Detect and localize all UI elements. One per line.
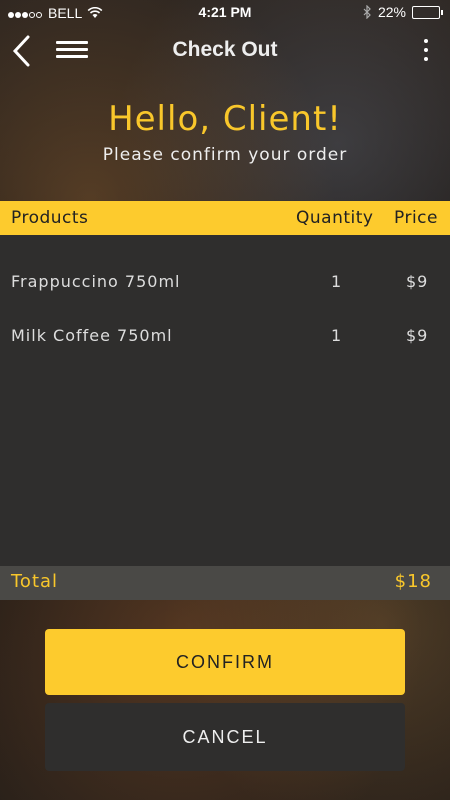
bluetooth-icon [363,5,371,19]
header-price: Price [394,208,438,228]
product-price: $9 [406,326,429,345]
battery-percent: 22% [377,4,406,20]
vertical-dots-icon [420,39,432,61]
product-price: $9 [406,272,429,291]
page-title: Check Out [172,38,278,61]
confirm-button[interactable]: CONFIRM [45,629,405,695]
more-options-button[interactable] [420,34,432,68]
total-label: Total [11,571,59,592]
total-value: $18 [394,571,432,592]
status-right: 22% [363,4,443,20]
header-quantity: Quantity [296,208,374,228]
header-products: Products [11,208,89,228]
cancel-button[interactable]: CANCEL [45,703,405,771]
product-name: Milk Coffee 750ml [11,326,173,345]
product-name: Frappuccino 750ml [11,272,181,291]
table-row: Frappuccino 750ml 1 $9 [0,267,450,297]
product-quantity: 1 [331,326,343,345]
greeting-title: Hello, Client! [108,99,342,139]
product-quantity: 1 [331,272,343,291]
order-table-header: Products Quantity Price [0,201,450,235]
greeting-subtitle: Please confirm your order [102,145,348,165]
nav-bar: Check Out [0,26,450,76]
total-bar: Total $18 [0,566,450,600]
table-row: Milk Coffee 750ml 1 $9 [0,321,450,351]
order-table-body: Frappuccino 750ml 1 $9 Milk Coffee 750ml… [0,235,450,566]
battery-icon [412,5,443,19]
status-bar: BELL 4:21 PM 22% [0,0,450,26]
